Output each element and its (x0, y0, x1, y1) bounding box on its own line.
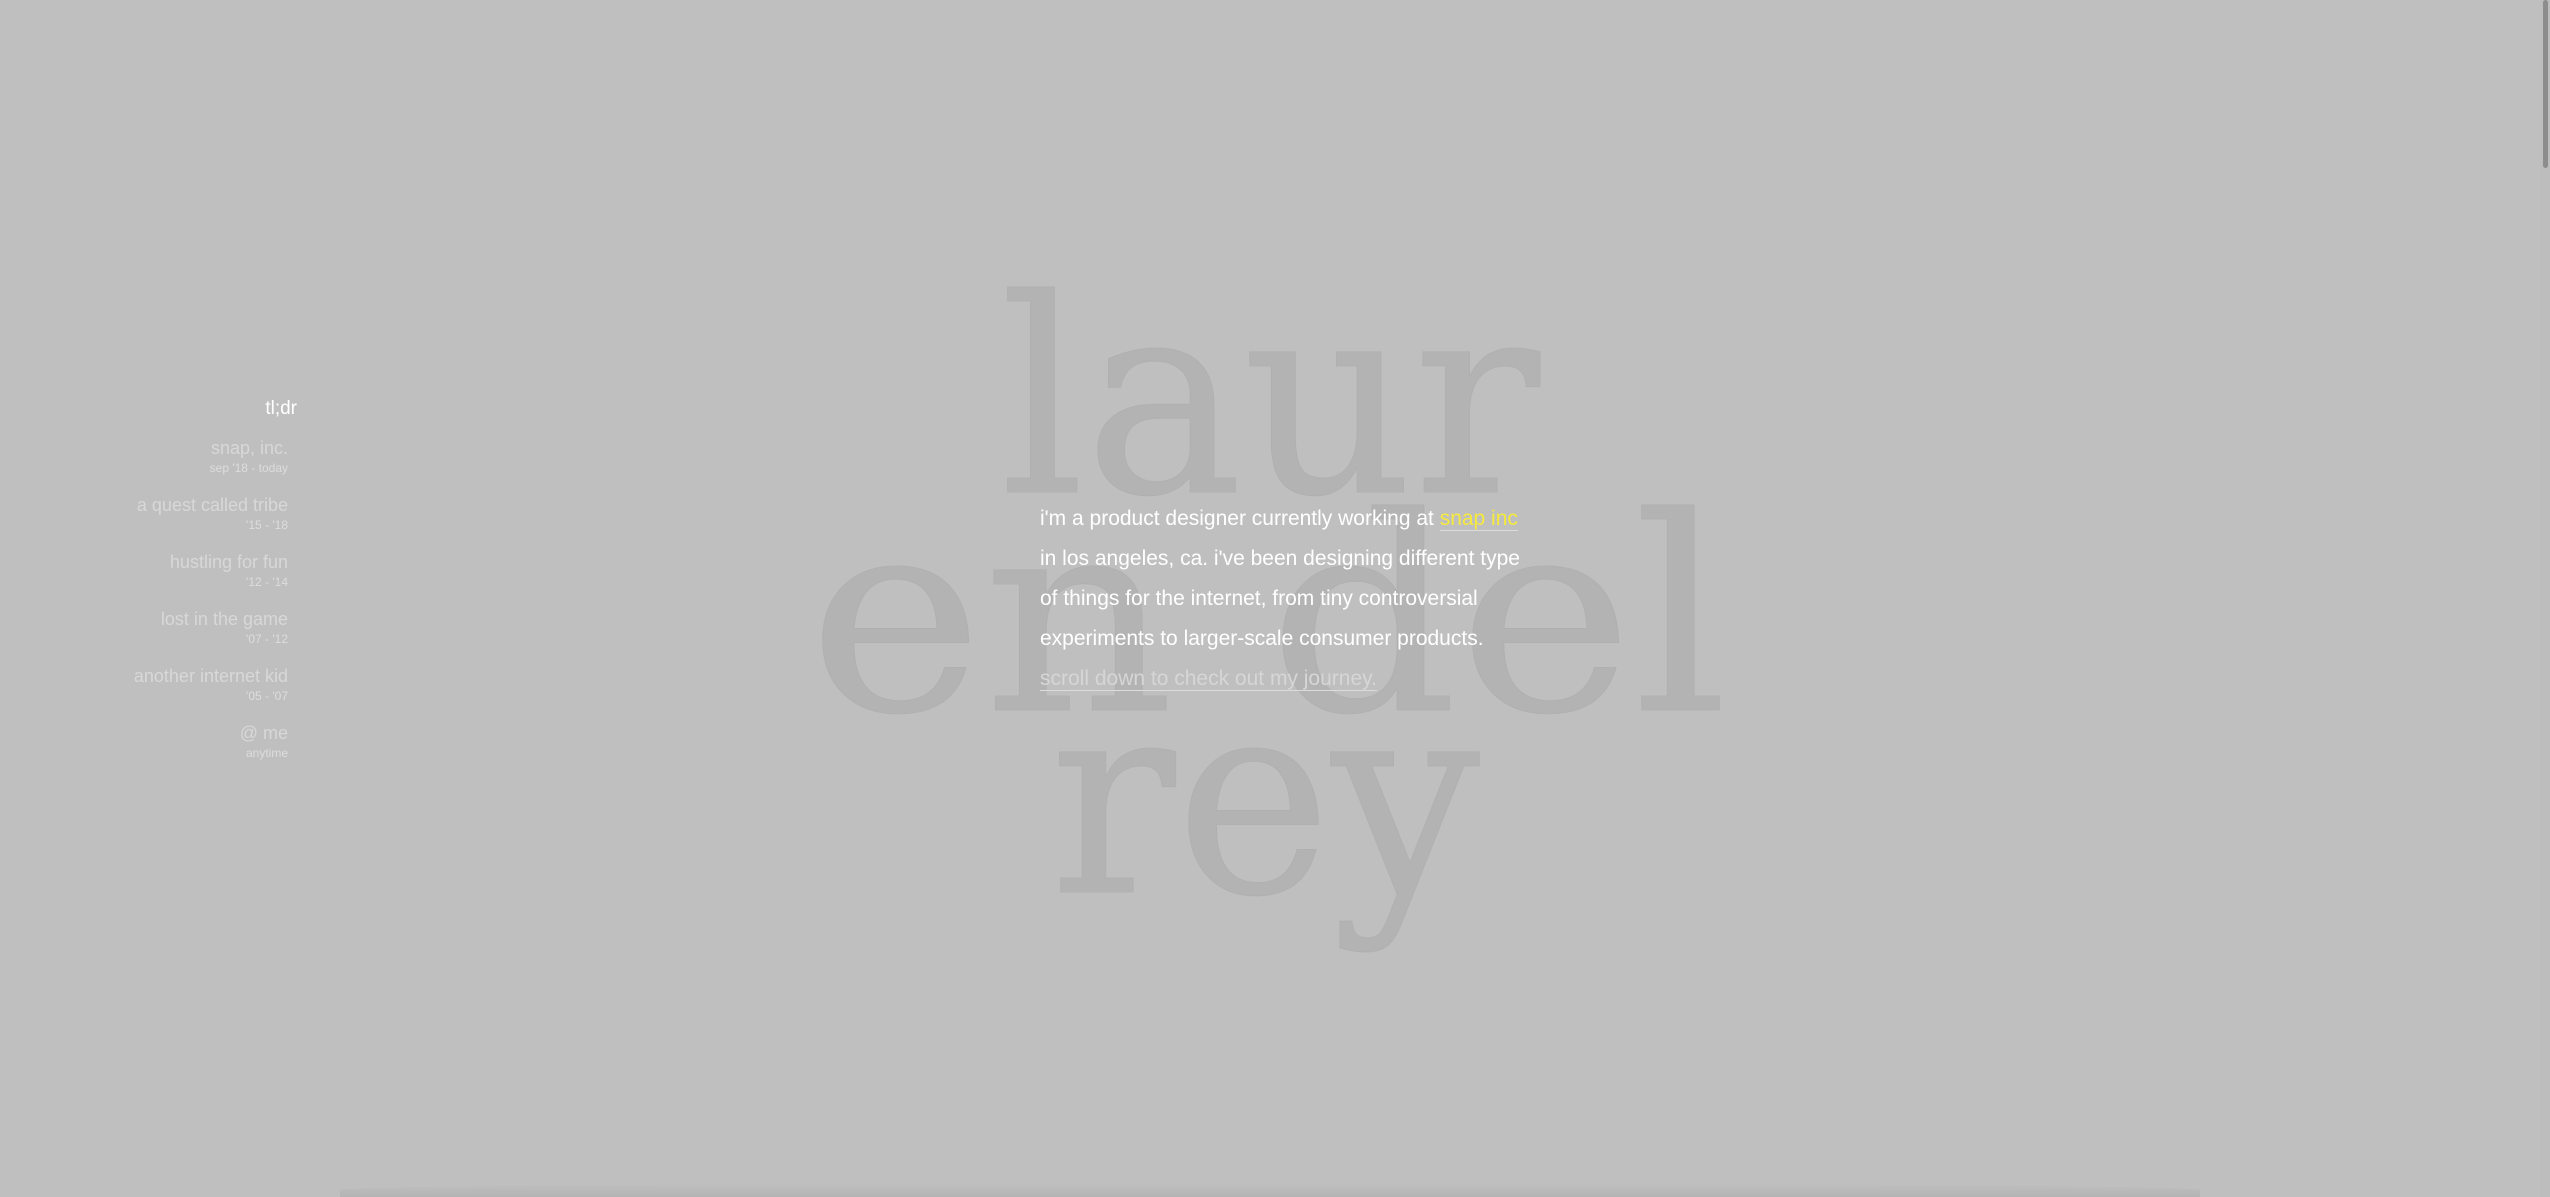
intro-paragraph: i'm a product designer currently working… (1040, 499, 1520, 699)
nav-title-tldr[interactable]: tl;dr (0, 398, 297, 420)
nav-item-label: lost in the game (160, 609, 288, 629)
nav-item-at-me[interactable]: @ me anytime (0, 722, 288, 762)
nav-item-label: a quest called tribe (136, 495, 288, 515)
scrollbar[interactable] (2540, 0, 2550, 1197)
nav-item-lost-in-the-game[interactable]: lost in the game '07 - '12 (0, 608, 288, 648)
employer-link[interactable]: snap inc (1439, 507, 1518, 531)
intro-text-after: in los angeles, ca. i've been designing … (1040, 547, 1520, 650)
nav-item-label: @ me (239, 723, 288, 743)
intro-text-before: i'm a product designer currently working… (1040, 507, 1440, 530)
nav-item-snap[interactable]: snap, inc. sep '18 - today (0, 437, 288, 477)
scroll-hint-link[interactable]: scroll down to check out my journey. (1040, 667, 1377, 691)
nav-item-label: another internet kid (133, 666, 288, 686)
nav-item-another-internet-kid[interactable]: another internet kid '05 - '07 (0, 665, 288, 705)
scrollbar-thumb[interactable] (2543, 0, 2548, 168)
nav-item-date: '07 - '12 (246, 632, 288, 646)
bottom-shadow (340, 1183, 2200, 1197)
nav-item-label: hustling for fun (169, 552, 288, 572)
nav-item-date: '15 - '18 (246, 518, 288, 532)
nav-item-date: '12 - '14 (246, 575, 288, 589)
sidebar-nav: tl;dr snap, inc. sep '18 - today a quest… (0, 398, 297, 779)
nav-item-date: sep '18 - today (209, 461, 288, 475)
nav-item-hustling-for-fun[interactable]: hustling for fun '12 - '14 (0, 551, 288, 591)
nav-item-date: anytime (245, 746, 288, 760)
nav-item-quest-called-tribe[interactable]: a quest called tribe '15 - '18 (0, 494, 288, 534)
nav-item-label: snap, inc. (210, 438, 288, 458)
nav-item-date: '05 - '07 (246, 689, 288, 703)
